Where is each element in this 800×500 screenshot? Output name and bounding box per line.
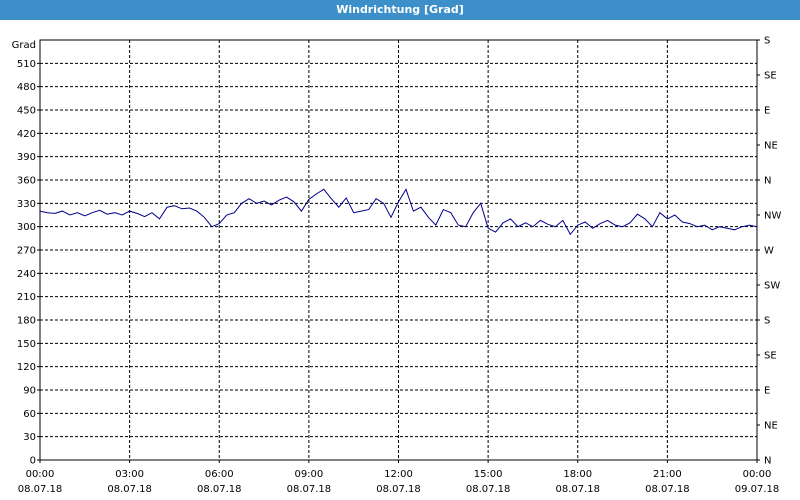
y-tick-label: 510	[17, 59, 36, 70]
right-axis-label: N	[764, 176, 771, 187]
x-tick-time-label: 09:00	[294, 469, 323, 480]
x-tick-time-label: 06:00	[205, 469, 234, 480]
x-tick-date-label: 08.07.18	[107, 484, 152, 495]
line-chart: 0 30 60 90 120 150 180 210 240 270 300 330 360 390 420…	[12, 36, 782, 496]
right-axis-label: SE	[764, 351, 777, 362]
right-axis-label: NW	[764, 211, 781, 222]
x-tick-time-label: 15:00	[474, 469, 503, 480]
y-tick-label: 0	[30, 456, 36, 467]
right-axis-label: NE	[764, 141, 778, 152]
y-tick-label: 90	[23, 386, 36, 397]
x-tick-time-label: 21:00	[653, 469, 682, 480]
y-tick-label: 480	[17, 82, 36, 93]
right-axis-label: W	[764, 246, 774, 257]
y-tick-label: 420	[17, 129, 36, 140]
y-axis-label: Grad	[12, 40, 36, 51]
x-tick-date-label: 08.07.18	[466, 484, 511, 495]
y-tick-label: 360	[17, 176, 36, 187]
x-tick-date-label: 08.07.18	[197, 484, 242, 495]
x-tick-time-label: 12:00	[384, 469, 413, 480]
y-tick-label: 270	[17, 246, 36, 257]
right-axis-label: NE	[764, 421, 778, 432]
right-axis-label: E	[764, 106, 770, 117]
y-tick-label: 120	[17, 362, 36, 373]
y-tick-label: 30	[23, 432, 36, 443]
y-tick-label: 60	[23, 409, 36, 420]
y-tick-label: 330	[17, 199, 36, 210]
x-tick-date-label: 08.07.18	[555, 484, 600, 495]
chart-window: Windrichtung [Grad] 0 30 60 90 120 150 180 210 2…	[0, 0, 800, 500]
y-tick-label: 240	[17, 269, 36, 280]
x-tick-date-label: 09.07.18	[735, 484, 780, 495]
y-tick-label: 450	[17, 106, 36, 117]
right-axis-label: S	[764, 36, 770, 47]
x-tick-date-label: 08.07.18	[376, 484, 421, 495]
y-tick-label: 180	[17, 316, 36, 327]
x-tick-date-label: 08.07.18	[287, 484, 332, 495]
x-tick-time-label: 03:00	[115, 469, 144, 480]
y-tick-label: 210	[17, 292, 36, 303]
x-tick-date-label: 08.07.18	[645, 484, 690, 495]
window-title: Windrichtung [Grad]	[0, 0, 800, 20]
x-tick-time-label: 18:00	[563, 469, 592, 480]
right-axis-label: SW	[764, 281, 780, 292]
y-tick-label: 390	[17, 152, 36, 163]
x-tick-date-label: 08.07.18	[18, 484, 63, 495]
right-axis-label: E	[764, 386, 770, 397]
right-axis-label: N	[764, 456, 771, 467]
y-tick-label: 300	[17, 222, 36, 233]
right-axis-label: S	[764, 316, 770, 327]
x-tick-time-label: 00:00	[743, 469, 772, 480]
y-tick-label: 150	[17, 339, 36, 350]
right-axis-label: SE	[764, 71, 777, 82]
x-tick-time-label: 00:00	[26, 469, 55, 480]
